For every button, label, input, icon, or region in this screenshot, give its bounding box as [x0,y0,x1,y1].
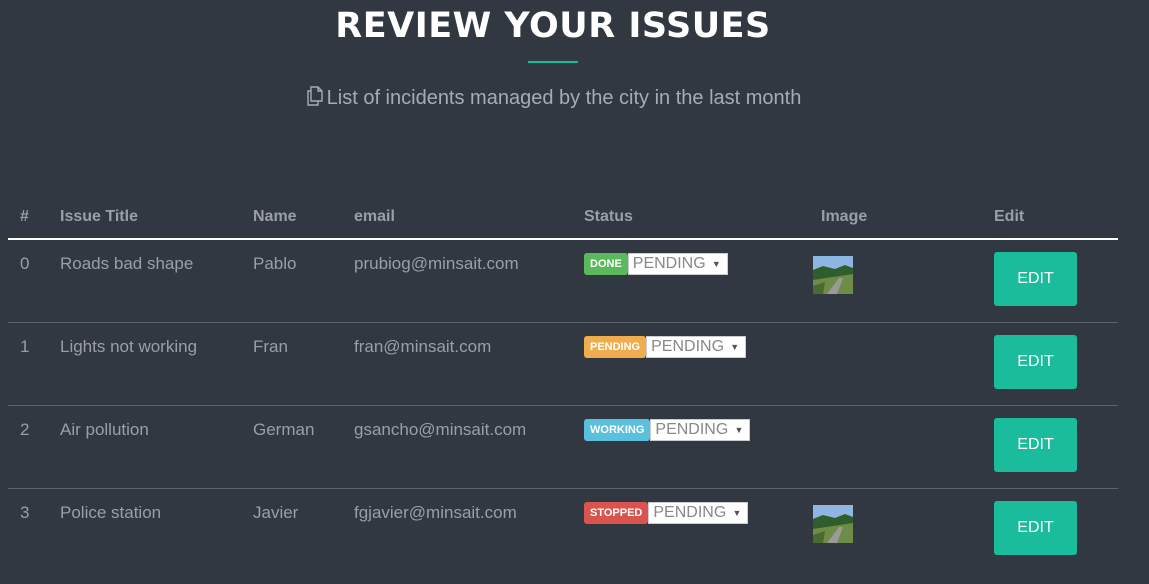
status-select[interactable]: PENDING ▼ [627,253,728,275]
issue-title: Police station [60,503,162,522]
issue-title: Air pollution [60,420,149,439]
title-underline [528,61,578,63]
reporter-email: fgjavier@minsait.com [354,503,517,522]
column-header-edit: Edit [982,196,1118,240]
chevron-down-icon: ▼ [734,425,744,435]
issues-table: # Issue Title Name email Status Image Ed… [8,196,1118,571]
chevron-down-icon: ▼ [711,259,721,269]
status-select[interactable]: PENDING ▼ [646,336,747,358]
image-cell [809,488,982,571]
status-cell: PENDING PENDING ▼ [572,322,809,406]
column-header-issue-title: Issue Title [48,196,241,240]
status-group: DONE PENDING ▼ [584,240,797,275]
status-group: STOPPED PENDING ▼ [584,489,797,524]
email-cell: fran@minsait.com [342,322,572,406]
status-group: PENDING PENDING ▼ [584,323,797,358]
status-select-value: PENDING [655,421,729,438]
page-subtitle: List of incidents managed by the city in… [0,86,1106,110]
row-number: 0 [20,254,30,273]
table-header-row: # Issue Title Name email Status Image Ed… [8,196,1118,240]
reporter-email: fran@minsait.com [354,337,492,356]
status-select[interactable]: PENDING ▼ [648,502,749,524]
edit-cell: EDIT [982,405,1118,489]
status-badge: WORKING [584,419,651,441]
edit-button[interactable]: EDIT [994,252,1077,306]
edit-button[interactable]: EDIT [994,418,1077,472]
page: REVIEW YOUR ISSUES List of incidents man… [0,0,1149,584]
status-select[interactable]: PENDING ▼ [650,419,751,441]
edit-cell: EDIT [982,322,1118,406]
subtitle-text: List of incidents managed by the city in… [326,87,802,109]
name-cell: German [241,405,342,489]
name-cell: Fran [241,322,342,406]
issue-title-cell: Police station [48,488,241,571]
edit-button[interactable]: EDIT [994,335,1077,389]
column-header-image: Image [809,196,982,240]
row-number-cell: 2 [8,405,48,489]
reporter-name: Javier [253,503,299,522]
table-row: 3 Police station Javier fgjavier@minsait… [8,488,1118,571]
issue-title: Lights not working [60,337,198,356]
email-cell: gsancho@minsait.com [342,405,572,489]
reporter-name: Pablo [253,254,297,273]
page-title: REVIEW YOUR ISSUES [335,6,771,46]
chevron-down-icon: ▼ [730,342,740,352]
column-header-name: Name [241,196,342,240]
email-cell: prubiog@minsait.com [342,239,572,323]
status-cell: STOPPED PENDING ▼ [572,488,809,571]
issue-title-cell: Lights not working [48,322,241,406]
issue-title-cell: Air pollution [48,405,241,489]
reporter-name: Fran [253,337,288,356]
edit-cell: EDIT [982,488,1118,571]
status-badge: STOPPED [584,502,649,524]
row-number-cell: 1 [8,322,48,406]
issue-title: Roads bad shape [60,254,194,273]
table-row: 2 Air pollution German gsancho@minsait.c… [8,405,1118,489]
row-number: 1 [20,337,30,356]
edit-button[interactable]: EDIT [994,501,1077,555]
table-body: 0 Roads bad shape Pablo prubiog@minsait.… [8,239,1118,571]
status-badge: DONE [584,253,628,275]
status-badge: PENDING [584,336,647,358]
issue-thumbnail[interactable] [813,256,853,294]
row-number: 3 [20,503,30,522]
status-select-value: PENDING [653,504,727,521]
row-number-cell: 0 [8,239,48,323]
row-number: 2 [20,420,30,439]
image-cell [809,322,982,406]
column-header-number: # [8,196,48,240]
status-cell: WORKING PENDING ▼ [572,405,809,489]
reporter-name: German [253,420,315,439]
row-number-cell: 3 [8,488,48,571]
name-cell: Pablo [241,239,342,323]
column-header-status: Status [572,196,809,240]
status-select-value: PENDING [651,338,725,355]
column-header-email: email [342,196,572,240]
issue-title-cell: Roads bad shape [48,239,241,323]
image-cell [809,239,982,323]
status-cell: DONE PENDING ▼ [572,239,809,323]
image-cell [809,405,982,489]
reporter-email: gsancho@minsait.com [354,420,527,439]
table-row: 0 Roads bad shape Pablo prubiog@minsait.… [8,239,1118,323]
issue-thumbnail[interactable] [813,505,853,543]
status-group: WORKING PENDING ▼ [584,406,797,441]
chevron-down-icon: ▼ [732,508,742,518]
reporter-email: prubiog@minsait.com [354,254,519,273]
table-row: 1 Lights not working Fran fran@minsait.c… [8,322,1118,406]
name-cell: Javier [241,488,342,571]
email-cell: fgjavier@minsait.com [342,488,572,571]
status-select-value: PENDING [632,255,706,272]
edit-cell: EDIT [982,239,1118,323]
copy-icon [305,86,325,106]
